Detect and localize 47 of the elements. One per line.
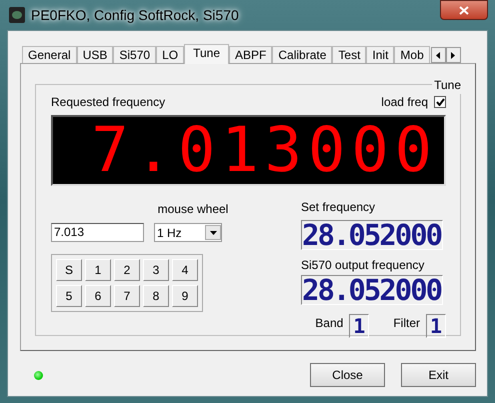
tab[interactable]: Si570: [113, 46, 156, 63]
set-frequency-label: Set frequency: [301, 199, 376, 216]
tab[interactable]: Test: [332, 46, 366, 63]
set-frequency-display: 28.052000: [301, 220, 443, 250]
tab[interactable]: Mob: [394, 46, 430, 63]
keypad-key[interactable]: 3: [143, 259, 169, 281]
tab[interactable]: Init: [366, 46, 394, 63]
keypad-key[interactable]: 6: [85, 285, 111, 307]
tab[interactable]: ABPF: [229, 46, 272, 63]
load-freq-label: load freq: [381, 94, 428, 111]
window-title: PE0FKO, Config SoftRock, Si570: [31, 6, 239, 25]
requested-frequency-label: Requested frequency: [51, 94, 166, 111]
close-button[interactable]: [440, 0, 488, 20]
keypad-key[interactable]: S: [56, 259, 82, 281]
band-label: Band: [315, 315, 344, 332]
keypad-key[interactable]: 1: [85, 259, 111, 281]
tab[interactable]: Calibrate: [272, 46, 332, 63]
output-frequency-display: 28.052000: [301, 275, 443, 305]
requested-frequency-display: 7.013000: [51, 115, 446, 186]
frequency-input-field[interactable]: 7.013: [51, 223, 144, 242]
close-icon: [459, 6, 469, 14]
tab[interactable]: LO: [156, 46, 184, 63]
keypad-key[interactable]: 2: [114, 259, 140, 281]
check-icon: [436, 98, 444, 106]
dialog-button[interactable]: Exit: [401, 363, 476, 387]
tab[interactable]: Tune: [184, 44, 230, 64]
mouse-wheel-label: mouse wheel: [158, 202, 228, 216]
band-display: 1: [349, 314, 370, 338]
mouse-wheel-dropdown[interactable]: 1 Hz: [154, 223, 222, 242]
dialog-button[interactable]: Close: [310, 363, 385, 387]
keypad-key[interactable]: 7: [114, 285, 140, 307]
scroll-left-button[interactable]: [430, 47, 446, 63]
output-frequency-label: Si570 output frequency: [301, 257, 426, 274]
tab[interactable]: General: [22, 46, 77, 63]
left-arrow-icon: [436, 52, 440, 58]
app-icon: [9, 7, 25, 23]
tab[interactable]: USB: [76, 46, 114, 63]
keypad-key[interactable]: 8: [143, 285, 169, 307]
caret-icon: [210, 230, 216, 234]
scroll-right-button[interactable]: [446, 47, 461, 63]
load-freq-checkbox[interactable]: [434, 96, 446, 108]
filter-label: Filter: [393, 315, 420, 332]
filter-display: 1: [426, 314, 446, 338]
keypad-key[interactable]: 9: [172, 285, 198, 307]
keypad-key[interactable]: 4: [172, 259, 198, 281]
right-arrow-icon: [451, 52, 456, 58]
keypad-key[interactable]: 5: [56, 285, 82, 307]
